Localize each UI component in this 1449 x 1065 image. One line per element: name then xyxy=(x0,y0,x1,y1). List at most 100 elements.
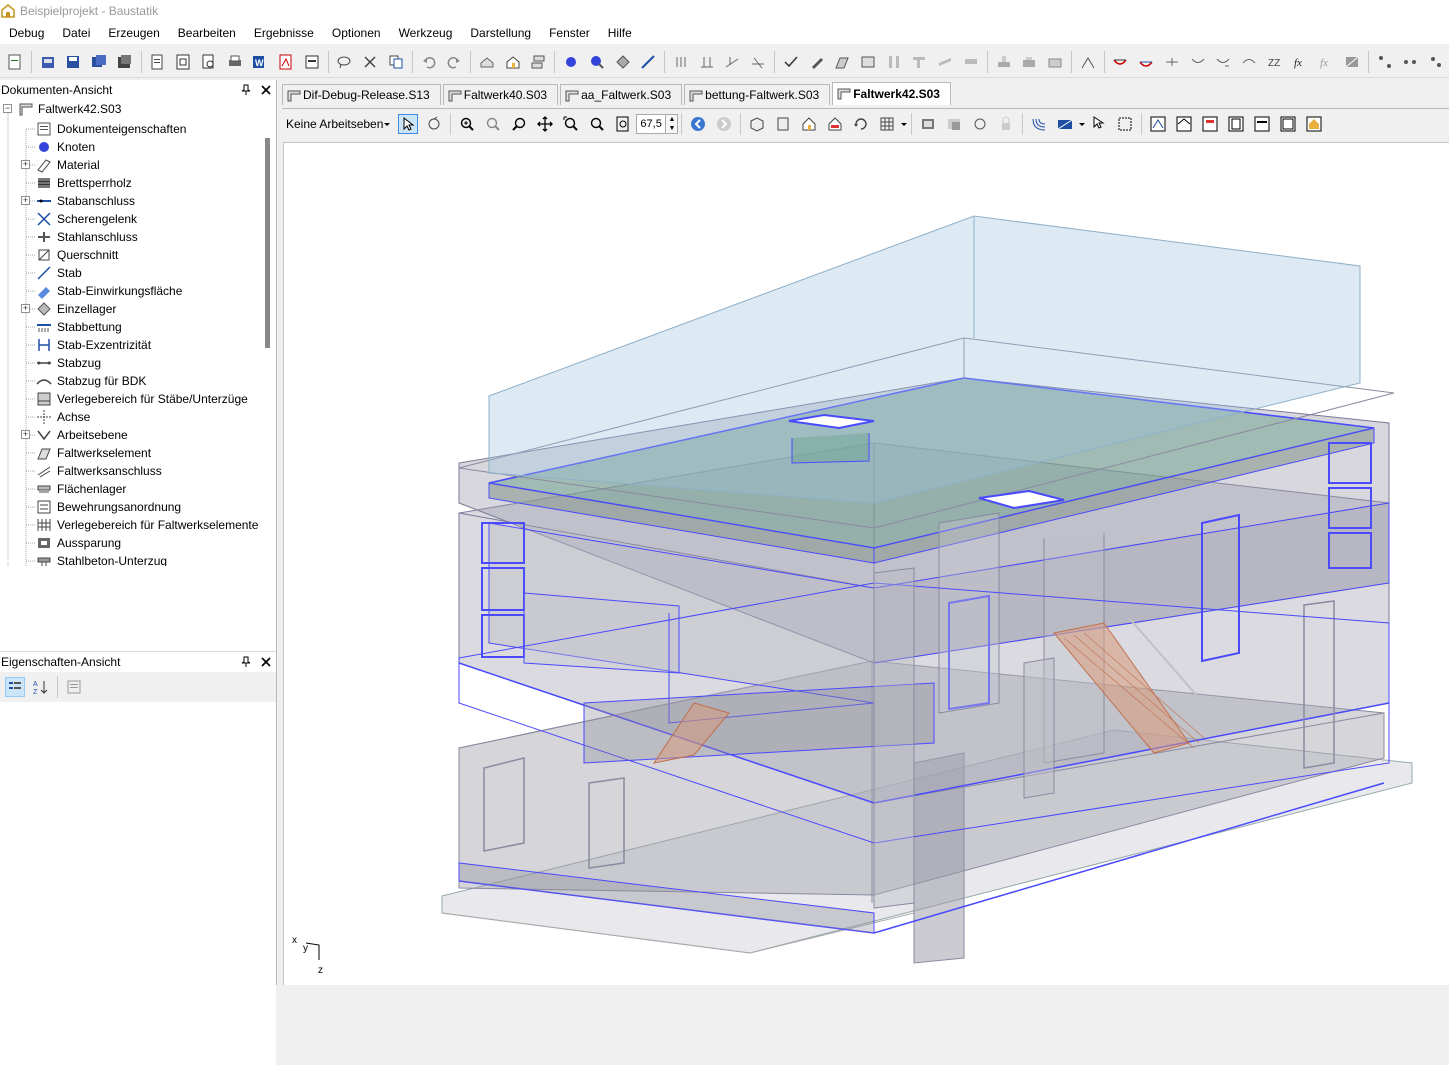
spin-up-icon[interactable]: ▲ xyxy=(668,116,675,123)
spin-down-icon[interactable]: ▼ xyxy=(668,125,675,132)
member-tool-icon[interactable] xyxy=(638,52,658,72)
load-tool-icon[interactable] xyxy=(748,52,768,72)
load-tool-icon[interactable] xyxy=(671,52,691,72)
menu-erzeugen[interactable]: Erzeugen xyxy=(99,26,168,40)
moment-result-icon[interactable] xyxy=(1136,52,1156,72)
expand-icon[interactable]: + xyxy=(21,304,30,313)
tree-item[interactable]: + Arbeitsebene xyxy=(0,426,262,444)
pin-icon[interactable] xyxy=(240,84,252,96)
moment-result-icon[interactable] xyxy=(1111,52,1131,72)
result-icon[interactable] xyxy=(1188,52,1208,72)
wave-icon[interactable] xyxy=(1029,114,1049,134)
level-icon[interactable] xyxy=(529,52,549,72)
color-scale-icon[interactable] xyxy=(1055,114,1075,134)
view-bottom-icon[interactable] xyxy=(1200,114,1220,134)
wall-tool-icon[interactable] xyxy=(910,52,930,72)
tree-item[interactable]: Scherengelenk xyxy=(0,210,262,228)
node-result-icon[interactable] xyxy=(1400,52,1420,72)
tree-root[interactable]: − Faltwerk42.S03 xyxy=(0,100,260,118)
load-tool-icon[interactable] xyxy=(723,52,743,72)
check-tool-icon[interactable] xyxy=(781,52,801,72)
menu-werkzeug[interactable]: Werkzeug xyxy=(390,26,462,40)
tree-item[interactable]: Verlegebereich für Stäbe/Unterzüge xyxy=(0,390,262,408)
measure-icon[interactable] xyxy=(1115,114,1135,134)
tree-item[interactable]: Stabzug xyxy=(0,354,262,372)
tree-item[interactable]: Verlegebereich für Faltwerkselemente xyxy=(0,516,262,534)
slab-tool-icon[interactable] xyxy=(961,52,981,72)
analysis-tool-icon[interactable] xyxy=(1078,52,1098,72)
tree-item[interactable]: Stab-Einwirkungsfläche xyxy=(0,282,262,300)
pencil-tool-icon[interactable] xyxy=(807,52,827,72)
pan-icon[interactable] xyxy=(535,114,555,134)
select-cursor-icon[interactable] xyxy=(398,113,419,134)
formula-icon[interactable]: fx xyxy=(1291,52,1311,72)
tree-item[interactable]: + Einzellager xyxy=(0,300,262,318)
selection-filter-icon[interactable] xyxy=(1089,114,1109,134)
settings-icon[interactable] xyxy=(1426,52,1446,72)
close-icon[interactable] xyxy=(260,84,272,96)
zoom-level-input[interactable]: 67,5 xyxy=(636,113,667,134)
expand-icon[interactable]: + xyxy=(21,160,30,169)
tree-item[interactable]: Dokumenteigenschaften xyxy=(0,120,262,138)
print-preview-icon[interactable] xyxy=(173,52,193,72)
close-icon[interactable] xyxy=(260,656,272,668)
zoom-page-icon[interactable] xyxy=(613,114,633,134)
lock-icon[interactable] xyxy=(996,114,1016,134)
collapse-icon[interactable]: − xyxy=(3,104,12,113)
tab-document[interactable]: bettung-Faltwerk.S03 xyxy=(684,84,831,105)
view-left-icon[interactable] xyxy=(1226,114,1246,134)
chevron-down-icon[interactable] xyxy=(900,120,908,128)
rotate-select-icon[interactable] xyxy=(424,114,444,134)
tree-item[interactable]: Flächenlager xyxy=(0,480,262,498)
node-search-icon[interactable] xyxy=(587,52,607,72)
view-iso-icon[interactable] xyxy=(1148,114,1168,134)
map-icon[interactable] xyxy=(1342,52,1362,72)
view-3d-icon[interactable] xyxy=(747,114,767,134)
tree-item[interactable]: + Stabanschluss xyxy=(0,192,262,210)
view-front-icon[interactable] xyxy=(773,114,793,134)
result-icon[interactable] xyxy=(1213,52,1233,72)
tree-item[interactable]: Stabbettung xyxy=(0,318,262,336)
formula-disabled-icon[interactable]: fx xyxy=(1316,52,1336,72)
zoom-extents-icon[interactable] xyxy=(561,114,581,134)
property-pages-icon[interactable] xyxy=(64,677,84,697)
zoom-window-icon[interactable] xyxy=(587,114,607,134)
tree-item[interactable]: Faltwerksanschluss xyxy=(0,462,262,480)
zoom-out-icon[interactable] xyxy=(483,114,503,134)
back-icon[interactable] xyxy=(688,114,708,134)
plate-tool-icon[interactable] xyxy=(858,52,878,72)
view-right-icon[interactable] xyxy=(1252,114,1272,134)
menu-debug[interactable]: Debug xyxy=(0,26,53,40)
building-3d-model[interactable] xyxy=(284,143,1449,986)
foundation-tool-icon[interactable] xyxy=(1045,52,1065,72)
refresh-icon[interactable] xyxy=(970,114,990,134)
tree-item[interactable]: Bewehrungsanordnung xyxy=(0,498,262,516)
tree-item[interactable]: Aussparung xyxy=(0,534,262,552)
menu-fenster[interactable]: Fenster xyxy=(540,26,599,40)
zoom-icon[interactable] xyxy=(509,114,529,134)
document-icon[interactable] xyxy=(148,52,168,72)
view-house-icon[interactable] xyxy=(799,114,819,134)
view-house-red-icon[interactable] xyxy=(825,114,845,134)
delete-icon[interactable] xyxy=(360,52,380,72)
menu-darstellung[interactable]: Darstellung xyxy=(461,26,540,40)
tree-item[interactable]: Brettsperrholz xyxy=(0,174,262,192)
tab-document[interactable]: Dif-Debug-Release.S13 xyxy=(282,84,441,105)
result-icon[interactable]: ZZ xyxy=(1265,52,1285,72)
forward-icon[interactable] xyxy=(714,114,734,134)
print-icon[interactable] xyxy=(225,52,245,72)
rotate-view-icon[interactable] xyxy=(851,114,871,134)
tree-scrollbar[interactable] xyxy=(265,138,270,348)
pin-icon[interactable] xyxy=(240,656,252,668)
foundation-tool-icon[interactable] xyxy=(994,52,1014,72)
pdf-export-icon[interactable] xyxy=(276,52,296,72)
house-icon[interactable] xyxy=(503,52,523,72)
tree-item[interactable]: Stab xyxy=(0,264,262,282)
foundation-tool-icon[interactable] xyxy=(1019,52,1039,72)
chevron-down-icon[interactable] xyxy=(1078,120,1086,128)
tree-item[interactable]: Faltwerkselement xyxy=(0,444,262,462)
tab-active[interactable]: Faltwerk42.S03 xyxy=(832,82,951,105)
workplane-dropdown[interactable]: Keine Arbeitseben xyxy=(282,113,395,135)
menu-hilfe[interactable]: Hilfe xyxy=(599,26,641,40)
result-icon[interactable] xyxy=(1239,52,1259,72)
